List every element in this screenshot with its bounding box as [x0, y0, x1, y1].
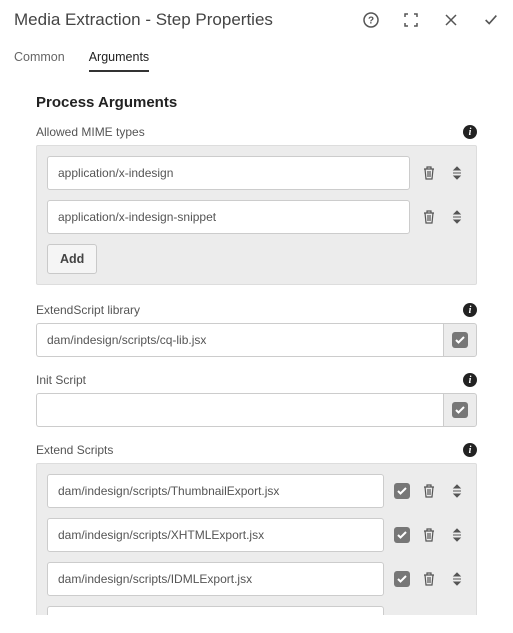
help-icon[interactable]: ?: [363, 12, 379, 28]
header-actions: ?: [363, 12, 499, 28]
mime-label-row: Allowed MIME types i: [36, 125, 477, 139]
info-icon[interactable]: i: [463, 125, 477, 139]
mime-label: Allowed MIME types: [36, 125, 145, 139]
trash-icon[interactable]: [420, 482, 438, 500]
content-area: Process Arguments Allowed MIME types i A…: [0, 72, 513, 615]
extscripts-input[interactable]: [47, 518, 384, 552]
reorder-icon[interactable]: [448, 482, 466, 500]
reorder-icon[interactable]: [448, 570, 466, 588]
checkbox-container: [394, 527, 410, 543]
list-item: [47, 518, 466, 552]
reorder-icon[interactable]: [448, 526, 466, 544]
info-icon[interactable]: i: [463, 443, 477, 457]
checkbox-container: [443, 393, 477, 427]
trash-icon[interactable]: [420, 526, 438, 544]
trash-icon[interactable]: [420, 614, 438, 615]
extscripts-input[interactable]: [47, 474, 384, 508]
checkbox-checked-icon[interactable]: [394, 571, 410, 587]
extscripts-multibox: [36, 463, 477, 615]
extendlib-row: [36, 323, 477, 357]
tab-arguments[interactable]: Arguments: [89, 50, 149, 72]
tab-bar: Common Arguments: [0, 40, 513, 72]
extendlib-label-row: ExtendScript library i: [36, 303, 477, 317]
svg-text:?: ?: [368, 16, 374, 27]
extendlib-input[interactable]: [36, 323, 443, 357]
trash-icon[interactable]: [420, 208, 438, 226]
initscript-label: Init Script: [36, 373, 86, 387]
mime-input[interactable]: [47, 200, 410, 234]
mime-multibox: Add: [36, 145, 477, 285]
list-item: [47, 156, 466, 190]
dialog-header: Media Extraction - Step Properties ?: [0, 0, 513, 40]
tab-common[interactable]: Common: [14, 50, 65, 72]
add-button[interactable]: Add: [47, 244, 97, 274]
close-icon[interactable]: [443, 12, 459, 28]
info-icon[interactable]: i: [463, 303, 477, 317]
extscripts-input[interactable]: [47, 606, 384, 615]
fullscreen-icon[interactable]: [403, 12, 419, 28]
initscript-row: [36, 393, 477, 427]
section-title: Process Arguments: [36, 94, 477, 111]
dialog-title: Media Extraction - Step Properties: [14, 10, 363, 30]
reorder-icon[interactable]: [448, 164, 466, 182]
checkbox-container: [394, 483, 410, 499]
checkbox-container: [443, 323, 477, 357]
trash-icon[interactable]: [420, 570, 438, 588]
mime-input[interactable]: [47, 156, 410, 190]
checkbox-container: [394, 571, 410, 587]
extscripts-label: Extend Scripts: [36, 443, 113, 457]
checkbox-checked-icon[interactable]: [394, 483, 410, 499]
checkbox-checked-icon[interactable]: [452, 332, 468, 348]
list-item: [47, 200, 466, 234]
list-item: [47, 606, 466, 615]
info-icon[interactable]: i: [463, 373, 477, 387]
extscripts-input[interactable]: [47, 562, 384, 596]
confirm-icon[interactable]: [483, 12, 499, 28]
list-item: [47, 474, 466, 508]
extscripts-label-row: Extend Scripts i: [36, 443, 477, 457]
reorder-icon[interactable]: [448, 614, 466, 615]
reorder-icon[interactable]: [448, 208, 466, 226]
extendlib-label: ExtendScript library: [36, 303, 140, 317]
initscript-label-row: Init Script i: [36, 373, 477, 387]
checkbox-checked-icon[interactable]: [452, 402, 468, 418]
checkbox-checked-icon[interactable]: [394, 527, 410, 543]
initscript-input[interactable]: [36, 393, 443, 427]
list-item: [47, 562, 466, 596]
trash-icon[interactable]: [420, 164, 438, 182]
